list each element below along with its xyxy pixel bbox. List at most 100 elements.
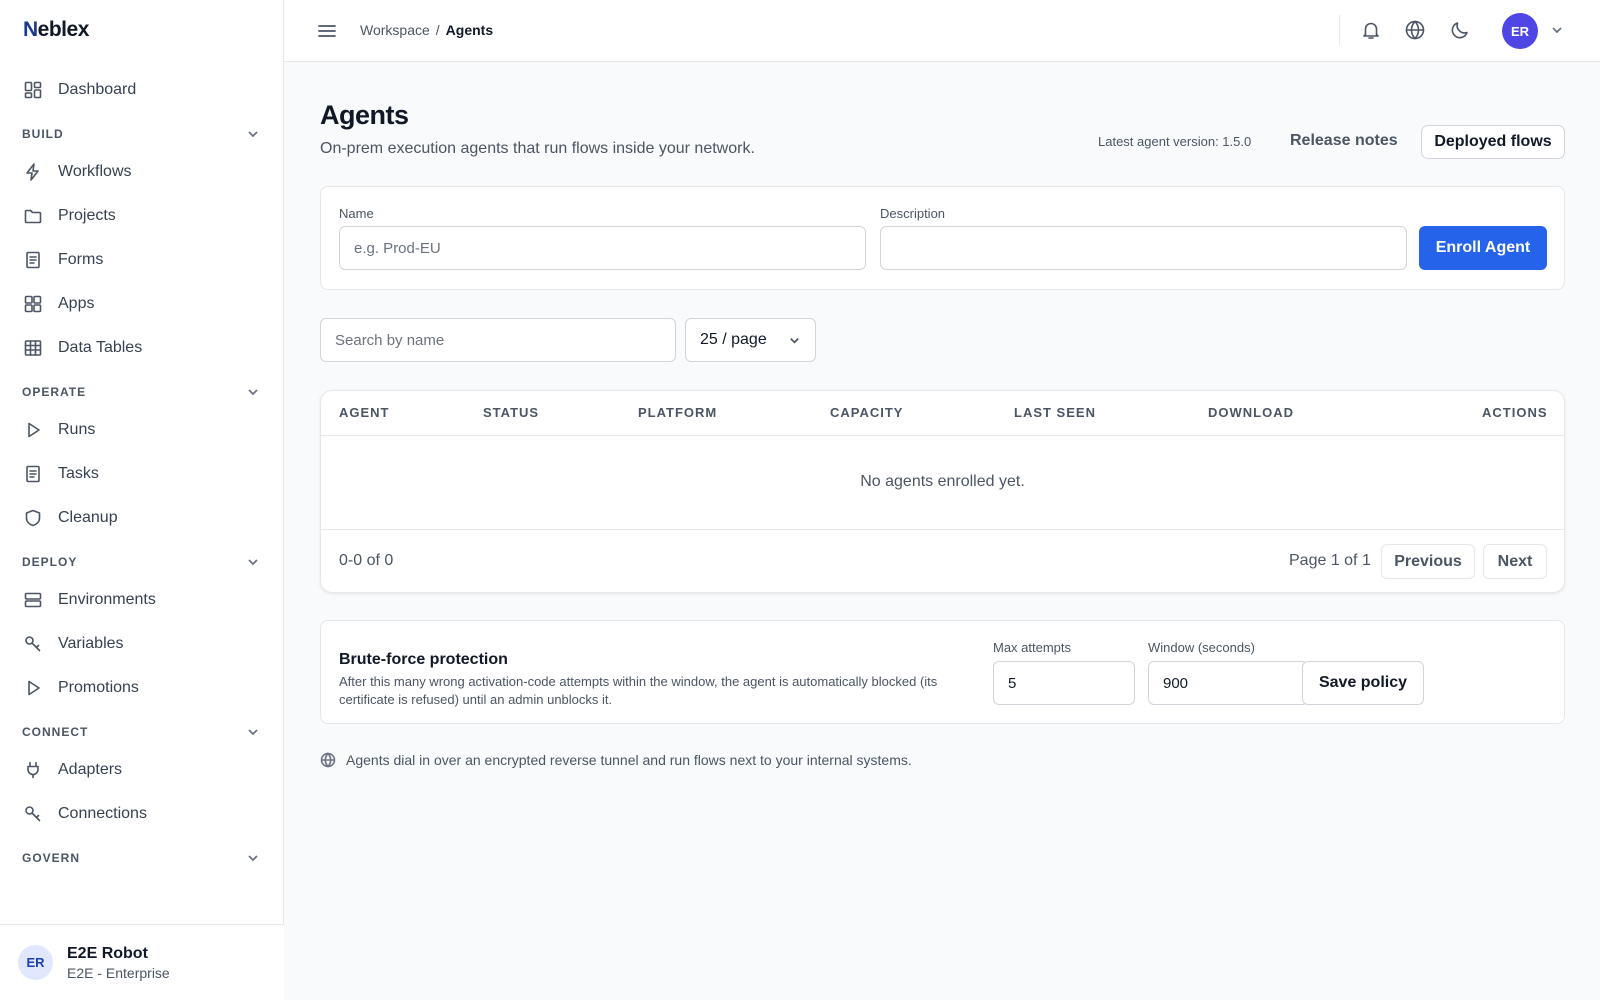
section-title: BUILD xyxy=(22,127,64,141)
chevron-down-icon xyxy=(248,855,258,862)
app-logo[interactable]: Neblex xyxy=(23,18,89,42)
user-org: E2E - Enterprise xyxy=(67,964,170,981)
sidebar-item-promotions[interactable]: Promotions xyxy=(0,666,284,710)
folder-icon xyxy=(23,206,43,226)
sidebar-item-label: Dashboard xyxy=(58,81,137,98)
sidebar-item-label: Runs xyxy=(58,421,96,438)
sidebar-item-environments[interactable]: Environments xyxy=(0,578,284,622)
window-label: Window (seconds) xyxy=(1148,640,1255,655)
save-policy-button[interactable]: Save policy xyxy=(1302,661,1424,705)
empty-state: No agents enrolled yet. xyxy=(860,473,1025,490)
moon-icon[interactable] xyxy=(1449,19,1473,43)
name-input[interactable]: e.g. Prod-EU xyxy=(339,226,866,270)
sidebar-item-tasks[interactable]: Tasks xyxy=(0,452,284,496)
sidebar-item-label: Data Tables xyxy=(58,339,143,356)
breadcrumb-separator: / xyxy=(435,22,440,38)
sidebar-item-apps[interactable]: Apps xyxy=(0,282,284,326)
enroll-agent-form: Name e.g. Prod-EU Description Enroll Age… xyxy=(320,186,1565,290)
section-title: DEPLOY xyxy=(22,555,78,569)
breadcrumb-workspace[interactable]: Workspace xyxy=(360,22,430,38)
description-input[interactable] xyxy=(880,226,1407,270)
sidebar-item-label: Adapters xyxy=(58,761,123,778)
table-footer: 0-0 of 0 Page 1 of 1 Previous Next xyxy=(321,529,1564,593)
user-avatar[interactable]: ER xyxy=(1502,13,1538,49)
policy-description: After this many wrong activation-code at… xyxy=(339,674,938,707)
sidebar-item-label: Promotions xyxy=(58,679,139,696)
globe-icon xyxy=(320,752,336,768)
sidebar-item-data-tables[interactable]: Data Tables xyxy=(0,326,284,370)
page-subtitle: On-prem execution agents that run flows … xyxy=(320,140,755,157)
section-deploy[interactable]: DEPLOY xyxy=(0,546,284,578)
max-attempts-label: Max attempts xyxy=(993,640,1072,655)
plug-icon xyxy=(23,760,43,780)
sidebar-item-label: Projects xyxy=(58,207,116,224)
footer-note: Agents dial in over an encrypted reverse… xyxy=(320,752,912,768)
column-last-seen[interactable]: LAST SEEN xyxy=(1014,405,1096,420)
window-seconds-input[interactable]: 900 xyxy=(1148,661,1308,705)
chevron-down-icon[interactable] xyxy=(1550,23,1564,37)
section-operate[interactable]: OPERATE xyxy=(0,376,284,408)
section-build[interactable]: BUILD xyxy=(0,118,284,150)
key-icon xyxy=(23,804,43,824)
lightning-icon xyxy=(23,162,43,182)
sidebar-item-cleanup[interactable]: Cleanup xyxy=(0,496,284,540)
sidebar-item-workflows[interactable]: Workflows xyxy=(0,150,284,194)
sidebar-item-variables[interactable]: Variables xyxy=(0,622,284,666)
footer-note-text: Agents dial in over an encrypted reverse… xyxy=(346,752,912,768)
section-connect[interactable]: CONNECT xyxy=(0,716,284,748)
section-title: CONNECT xyxy=(22,725,89,739)
agent-version: Latest agent version: 1.5.0 xyxy=(1098,134,1252,149)
sidebar-item-forms[interactable]: Forms xyxy=(0,238,284,282)
avatar: ER xyxy=(18,945,53,980)
sidebar-item-label: Environments xyxy=(58,591,156,608)
menu-icon[interactable] xyxy=(316,20,338,42)
page-title: Agents xyxy=(320,100,409,130)
globe-icon[interactable] xyxy=(1404,19,1428,43)
sidebar-item-projects[interactable]: Projects xyxy=(0,194,284,238)
next-button[interactable]: Next xyxy=(1483,544,1547,579)
column-agent[interactable]: AGENT xyxy=(339,405,390,420)
policy-title: Brute-force protection xyxy=(339,651,508,668)
sidebar-item-label: Connections xyxy=(58,805,147,822)
bell-icon[interactable] xyxy=(1360,19,1384,43)
key-icon xyxy=(23,634,43,654)
user-profile[interactable]: ER E2E Robot E2E - Enterprise xyxy=(0,924,284,1000)
per-page-select[interactable]: 25 / page xyxy=(685,318,816,362)
description-label: Description xyxy=(880,206,946,221)
topbar: Workspace / Agents ER xyxy=(284,0,1600,62)
sidebar-item-dashboard[interactable]: Dashboard xyxy=(0,68,284,112)
max-attempts-input[interactable]: 5 xyxy=(993,661,1135,705)
per-page-value: 25 / page xyxy=(700,331,767,348)
breadcrumb: Workspace / Agents xyxy=(360,22,493,38)
sidebar-item-label: Variables xyxy=(58,635,124,652)
document-icon xyxy=(23,250,43,270)
agents-table: AGENT STATUS PLATFORM CAPACITY LAST SEEN… xyxy=(320,390,1565,593)
column-actions: ACTIONS xyxy=(1482,405,1548,420)
sidebar-item-adapters[interactable]: Adapters xyxy=(0,748,284,792)
play-icon xyxy=(23,420,43,440)
grid-icon xyxy=(23,294,43,314)
column-status[interactable]: STATUS xyxy=(483,405,539,420)
brute-force-policy: Brute-force protection After this many w… xyxy=(320,620,1565,724)
release-notes-link[interactable]: Release notes xyxy=(1290,132,1398,150)
enroll-agent-button[interactable]: Enroll Agent xyxy=(1419,226,1547,270)
table-icon xyxy=(23,338,43,358)
chevron-down-icon xyxy=(248,729,258,736)
play-icon xyxy=(23,678,43,698)
column-platform[interactable]: PLATFORM xyxy=(638,405,717,420)
section-govern[interactable]: GOVERN xyxy=(0,842,284,874)
deployed-flows-button[interactable]: Deployed flows xyxy=(1421,125,1565,159)
sidebar-item-runs[interactable]: Runs xyxy=(0,408,284,452)
chevron-down-icon xyxy=(248,559,258,566)
section-title: OPERATE xyxy=(22,385,87,399)
table-header: AGENT STATUS PLATFORM CAPACITY LAST SEEN… xyxy=(321,391,1564,436)
search-input[interactable]: Search by name xyxy=(320,318,676,362)
sidebar-item-label: Apps xyxy=(58,295,95,312)
sidebar: Neblex Dashboard BUILD Workflows Project… xyxy=(0,0,284,1000)
page-info: Page 1 of 1 xyxy=(1289,552,1371,569)
dashboard-icon xyxy=(23,80,43,100)
column-download[interactable]: DOWNLOAD xyxy=(1208,405,1294,420)
column-capacity[interactable]: CAPACITY xyxy=(830,405,903,420)
previous-button[interactable]: Previous xyxy=(1381,544,1475,579)
sidebar-item-connections[interactable]: Connections xyxy=(0,792,284,836)
